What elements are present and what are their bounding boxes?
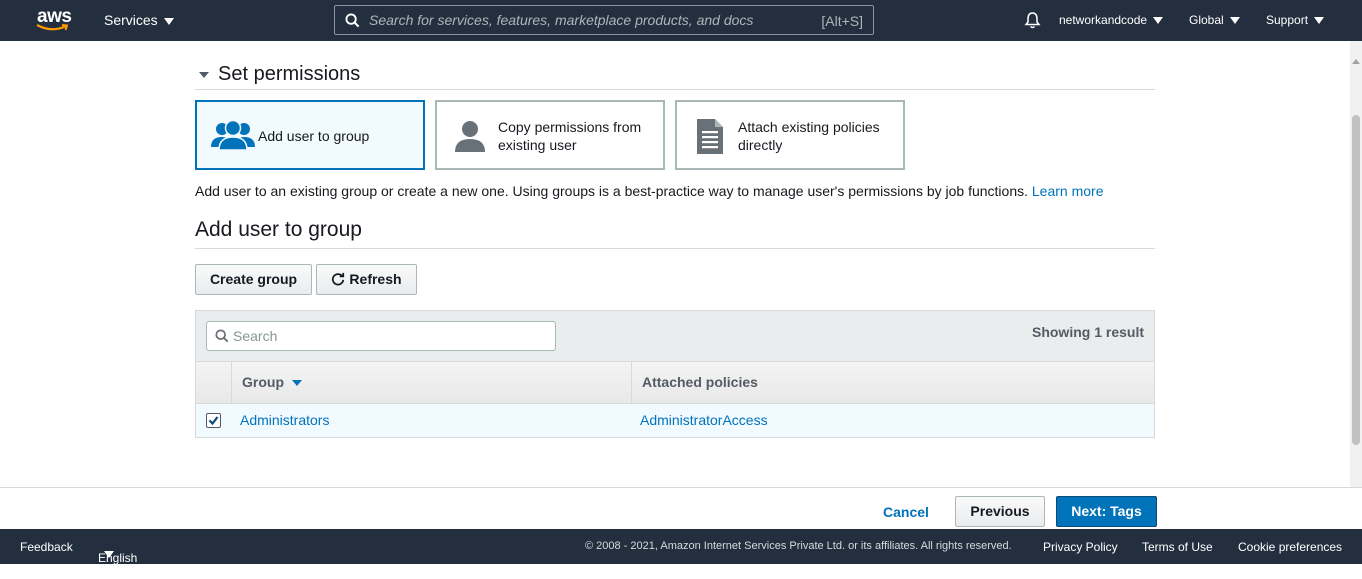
chevron-down-icon	[1314, 17, 1325, 25]
chevron-down-icon	[1153, 17, 1164, 25]
groups-table: Showing 1 result Group Attached policies…	[195, 310, 1155, 438]
wizard-footer: Cancel Previous Next: Tags	[0, 487, 1362, 529]
option-add-user-to-group[interactable]: Add user to group	[195, 100, 425, 170]
aws-logo[interactable]: aws	[36, 6, 72, 34]
region-menu[interactable]: Global	[1189, 13, 1240, 27]
support-menu[interactable]: Support	[1266, 13, 1325, 27]
column-label: Group	[242, 374, 284, 390]
global-search[interactable]: [Alt+S]	[334, 5, 874, 35]
global-search-input[interactable]	[369, 9, 809, 31]
region-label: Global	[1189, 13, 1224, 27]
option-label: Attach existing policies directly	[738, 119, 880, 153]
terms-of-use-link[interactable]: Terms of Use	[1142, 540, 1213, 554]
refresh-icon	[332, 272, 345, 286]
group-link[interactable]: Administrators	[240, 412, 329, 428]
search-icon	[345, 13, 360, 28]
sort-desc-icon	[292, 380, 302, 387]
next-tags-button[interactable]: Next: Tags	[1056, 496, 1157, 527]
column-label: Attached policies	[642, 374, 758, 390]
chevron-down-icon	[163, 17, 174, 25]
caret-down-icon	[199, 72, 209, 78]
services-menu[interactable]: Services	[104, 12, 174, 28]
row-checkbox[interactable]	[206, 413, 221, 428]
search-shortcut-hint: [Alt+S]	[821, 13, 863, 29]
copyright-text: © 2008 - 2021, Amazon Internet Services …	[585, 540, 1012, 552]
refresh-label: Refresh	[349, 271, 402, 287]
chevron-down-icon	[1229, 17, 1240, 25]
table-toolbar: Showing 1 result	[196, 311, 1154, 362]
option-label: Add user to group	[258, 128, 370, 144]
account-label: networkandcode	[1059, 13, 1148, 27]
select-column-header	[196, 362, 231, 403]
learn-more-link[interactable]: Learn more	[1032, 183, 1104, 199]
policy-link[interactable]: AdministratorAccess	[640, 412, 768, 428]
user-icon	[455, 121, 485, 152]
description-text: Add user to an existing group or create …	[195, 183, 1028, 199]
search-icon	[215, 329, 229, 343]
option-attach-policies[interactable]: Attach existing policies directly	[675, 100, 905, 170]
page-scrollbar[interactable]	[1350, 41, 1362, 487]
result-count: Showing 1 result	[1031, 324, 1144, 340]
scroll-thumb[interactable]	[1352, 115, 1360, 445]
account-menu[interactable]: networkandcode	[1059, 13, 1164, 27]
add-user-to-group-heading: Add user to group	[195, 218, 1155, 249]
console-footer: Feedback English (US) © 2008 - 2021, Ama…	[0, 529, 1362, 579]
cookie-preferences-link[interactable]: Cookie preferences	[1238, 540, 1342, 554]
refresh-button[interactable]: Refresh	[316, 264, 417, 295]
aws-smile-icon	[36, 24, 69, 31]
option-label: Copy permissions from existing user	[498, 119, 642, 153]
previous-button[interactable]: Previous	[955, 496, 1045, 527]
privacy-policy-link[interactable]: Privacy Policy	[1043, 540, 1118, 554]
bell-icon[interactable]	[1024, 11, 1041, 29]
users-group-icon	[211, 119, 255, 151]
scroll-up-icon[interactable]	[1352, 59, 1360, 64]
services-label: Services	[104, 12, 158, 28]
option-copy-permissions[interactable]: Copy permissions from existing user	[435, 100, 665, 170]
set-permissions-header[interactable]: Set permissions	[195, 61, 1155, 90]
column-header-group[interactable]: Group	[231, 362, 631, 403]
top-nav-bar: aws Services [Alt+S] networkandcode Glob…	[0, 0, 1362, 41]
section-title: Set permissions	[218, 63, 361, 85]
checkmark-icon	[208, 416, 219, 426]
feedback-link[interactable]: Feedback	[20, 540, 73, 554]
table-row[interactable]: Administrators AdministratorAccess	[196, 404, 1154, 437]
create-group-button[interactable]: Create group	[195, 264, 312, 295]
table-search-input[interactable]	[233, 326, 533, 346]
permissions-description: Add user to an existing group or create …	[195, 183, 1103, 199]
column-header-policies: Attached policies	[631, 362, 1154, 403]
document-icon	[697, 119, 723, 154]
table-search[interactable]	[206, 321, 556, 351]
cancel-link[interactable]: Cancel	[883, 504, 929, 520]
chevron-down-icon	[104, 551, 114, 558]
support-label: Support	[1266, 13, 1309, 27]
table-header: Group Attached policies	[196, 362, 1154, 404]
